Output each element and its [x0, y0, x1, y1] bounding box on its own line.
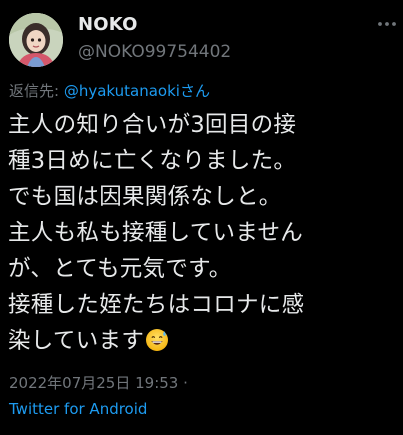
reply-to-line: 返信先: @hyakutanaokiさん — [9, 80, 210, 101]
more-options-icon[interactable] — [377, 14, 397, 34]
avatar[interactable] — [9, 13, 63, 67]
tweet-timestamp[interactable]: 2022年07月25日 19:53 · — [9, 372, 188, 393]
reply-mention-link[interactable]: @hyakutanaokiさん — [64, 82, 210, 100]
reply-prefix: 返信先: — [9, 82, 64, 100]
tweet-text-body: 主人の知り合いが3回目の接 種3日めに亡くなりました。 でも国は因果関係なしと。… — [8, 112, 305, 354]
tweet-card: NOKO @NOKO99754402 返信先: @hyakutanaokiさん … — [0, 0, 403, 435]
display-name[interactable]: NOKO — [78, 14, 138, 35]
tweet-source-link[interactable]: Twitter for Android — [9, 400, 147, 418]
grinning-face-with-sweat-emoji — [145, 328, 169, 352]
user-handle[interactable]: @NOKO99754402 — [78, 42, 231, 62]
tweet-text: 主人の知り合いが3回目の接 種3日めに亡くなりました。 でも国は因果関係なしと。… — [8, 107, 400, 359]
